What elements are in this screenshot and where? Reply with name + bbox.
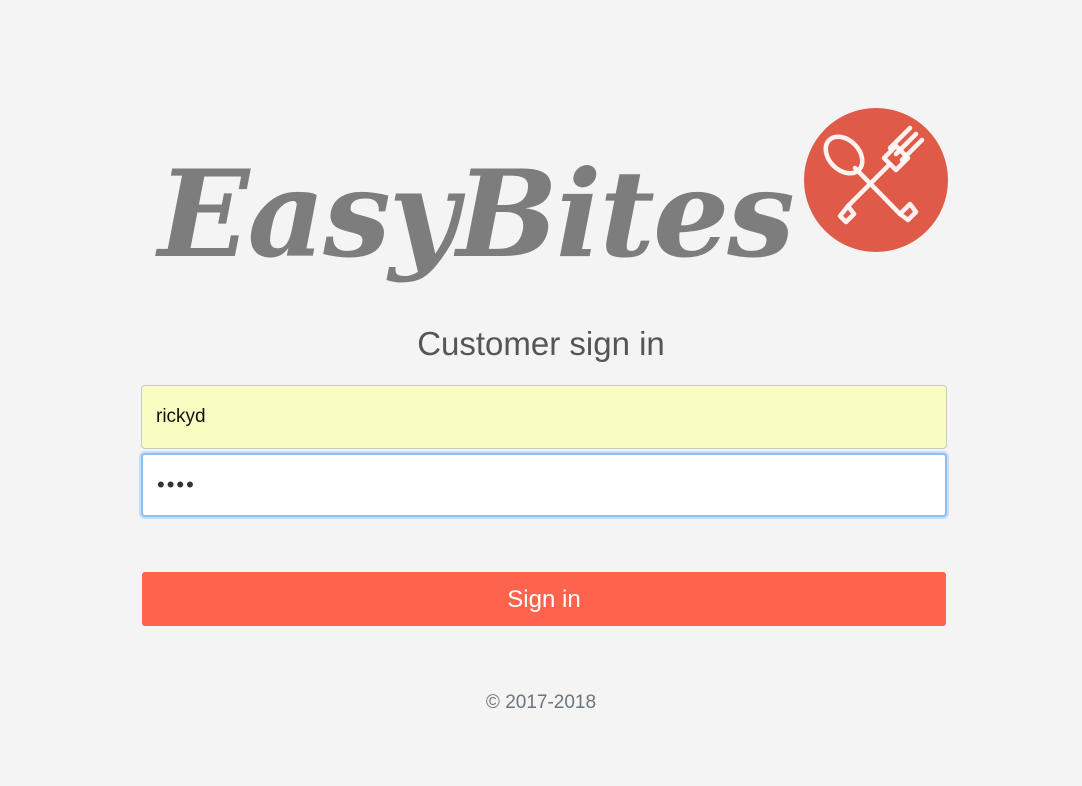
brand-wordmark: EasyBites — [158, 144, 795, 285]
copyright-footer: © 2017-2018 — [485, 692, 597, 713]
sign-in-button[interactable]: Sign in — [142, 572, 946, 626]
logo-badge — [804, 108, 948, 252]
password-field[interactable] — [141, 453, 947, 517]
brand-logo: EasyBites — [158, 140, 795, 330]
page-title: Customer sign in — [417, 325, 665, 362]
spoon-fork-crossed-icon — [823, 125, 925, 225]
username-field[interactable] — [141, 385, 947, 449]
